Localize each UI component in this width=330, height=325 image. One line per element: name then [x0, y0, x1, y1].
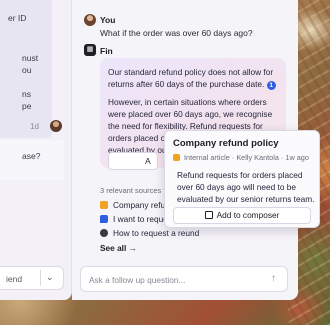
avatar: [50, 120, 62, 132]
popover-meta: Internal article · Kelly Kantola · 1w ag…: [173, 153, 309, 162]
inbox-timestamp: 1d: [30, 122, 39, 131]
tool-icon: [100, 229, 108, 237]
inbox-snippet: nust: [22, 53, 39, 63]
inbox-snippet: er ID: [8, 13, 27, 23]
source-popover: Company refund policy Internal article ·…: [164, 130, 320, 228]
user-name: You: [100, 15, 116, 25]
follow-up-placeholder: Ask a follow up question...: [89, 275, 186, 285]
divider: [40, 270, 41, 286]
edit-icon: [204, 211, 213, 219]
inbox-footer-select[interactable]: iend ⌄: [0, 266, 64, 290]
popover-title: Company refund policy: [173, 138, 279, 149]
lock-icon: [173, 154, 180, 161]
lock-icon: [100, 201, 108, 209]
citation-badge-1[interactable]: 1: [266, 81, 276, 90]
inbox-snippet: ase?: [22, 151, 41, 161]
inbox-snippet: pe: [22, 101, 32, 111]
source-item[interactable]: How to request a reund: [100, 228, 199, 238]
chat-icon: [100, 215, 108, 223]
add-to-composer-button[interactable]: Add to composer: [173, 207, 311, 224]
user-avatar: [84, 14, 96, 26]
follow-up-input[interactable]: Ask a follow up question... ↑: [80, 266, 288, 292]
fin-logo-icon: ▦: [84, 44, 96, 56]
user-message: What if the order was over 60 days ago?: [100, 28, 253, 38]
inbox-snippet: ou: [22, 65, 32, 75]
popover-body: Refund requests for orders placed over 6…: [177, 170, 315, 204]
inbox-card[interactable]: ase?: [0, 140, 64, 180]
sources-heading: 3 relevant sources f: [100, 186, 166, 195]
answer-paragraph-1: Our standard refund policy does not allo…: [108, 66, 284, 90]
inbox-card-selected[interactable]: er ID nust ou ns pe 1d: [0, 0, 52, 138]
send-arrow-icon[interactable]: ↑: [271, 273, 276, 284]
add-to-composer-button-partial[interactable]: A: [108, 152, 158, 170]
chevron-down-icon[interactable]: ⌄: [46, 272, 54, 283]
footer-label: iend: [6, 274, 23, 284]
assistant-name: Fin: [100, 46, 113, 56]
inbox-snippet: ns: [22, 89, 31, 99]
inbox-list-panel: er ID nust ou ns pe 1d ase? iend ⌄: [0, 0, 72, 300]
see-all-link[interactable]: See all →: [100, 243, 137, 253]
